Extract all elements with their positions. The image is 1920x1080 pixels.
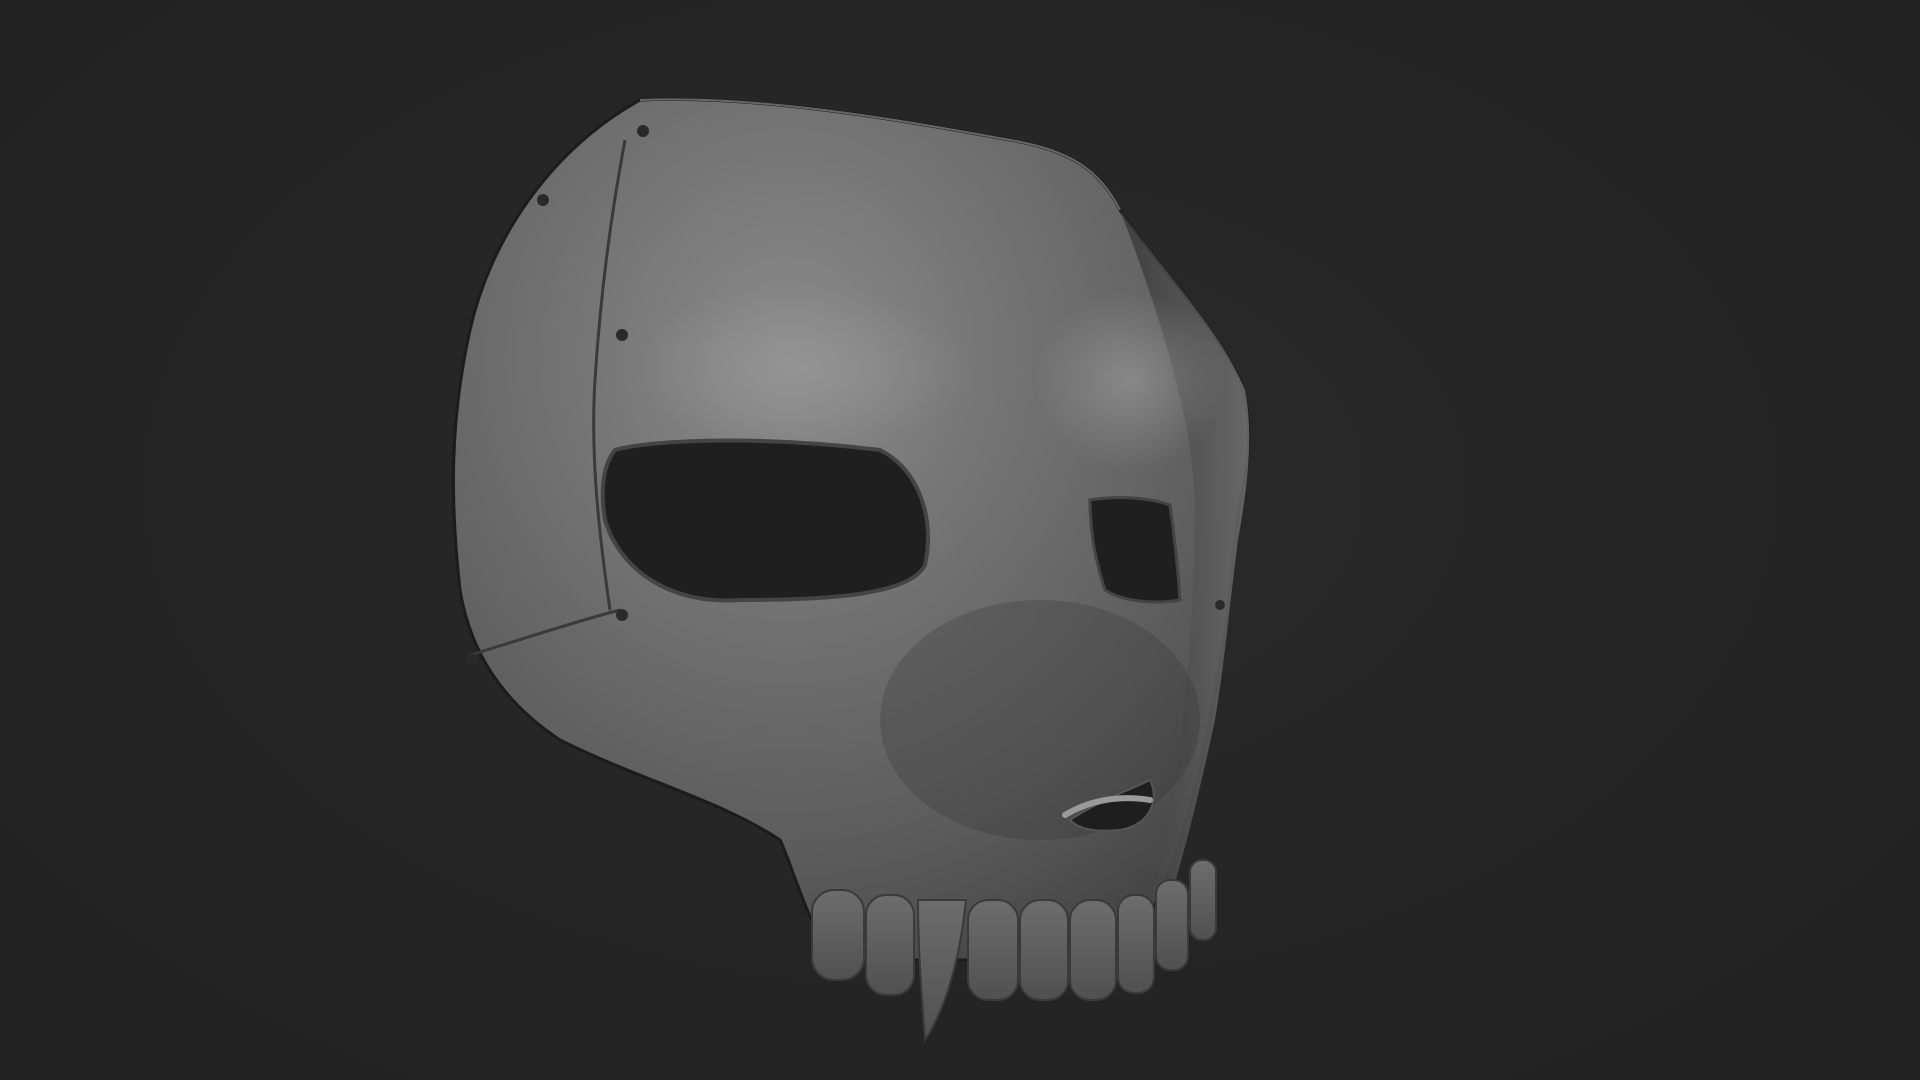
tooth	[1189, 859, 1217, 941]
tooth	[1019, 899, 1069, 1001]
rivet-1	[637, 125, 649, 137]
fang	[916, 899, 968, 1043]
tooth	[1155, 879, 1189, 971]
tooth	[1117, 894, 1155, 994]
rivet-3	[616, 329, 628, 341]
rivet-5	[1215, 600, 1225, 610]
tooth	[967, 899, 1019, 1001]
right-brow-highlight	[1035, 290, 1225, 470]
render-viewport	[0, 0, 1920, 1080]
tooth	[865, 894, 915, 996]
left-brow-highlight	[630, 285, 970, 455]
rivet-4	[616, 609, 628, 621]
rivet-6	[466, 654, 478, 666]
skull-mask-icon	[451, 97, 1251, 1043]
rivet-2	[537, 194, 549, 206]
tooth	[1069, 899, 1117, 1001]
tooth	[811, 889, 865, 981]
left-eye-hole	[600, 438, 930, 603]
right-eye-hole	[1088, 496, 1182, 604]
